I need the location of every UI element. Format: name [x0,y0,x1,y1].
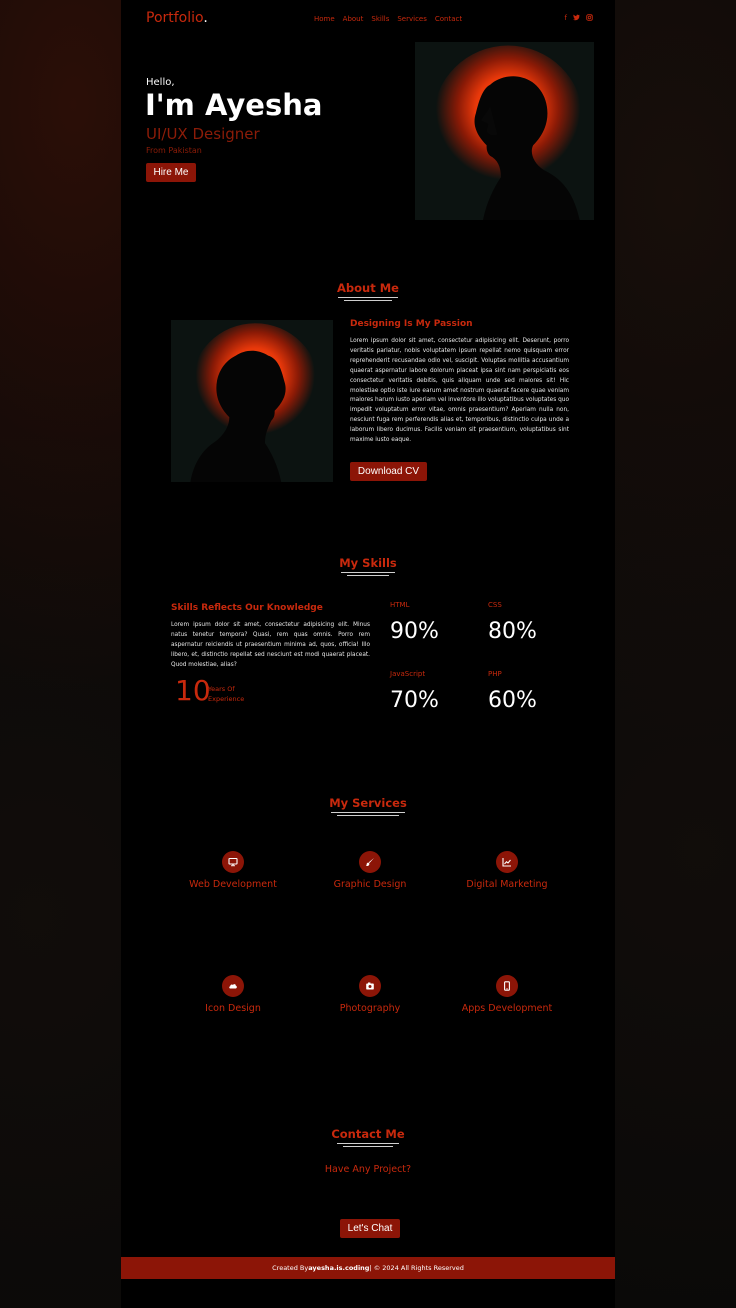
mobile-icon [496,975,518,997]
service-photography[interactable]: Photography [300,975,440,1014]
skill-css-value: 80% [488,619,537,644]
facebook-icon[interactable]: f [565,14,567,23]
years-label: Years Of Experience [208,684,268,704]
twitter-icon[interactable] [573,14,580,23]
camera-icon [359,975,381,997]
service-label: Web Development [189,879,277,890]
skill-html-name: HTML [390,601,410,609]
about-paragraph: Lorem ipsum dolor sit amet, consectetur … [350,338,569,444]
years-label-line-2: Experience [208,695,245,703]
skill-php-name: PHP [488,670,502,678]
about-title-underline [338,297,398,301]
contact-title-underline [337,1143,399,1147]
desktop-icon [222,851,244,873]
hero-portrait-image [415,42,594,220]
services-title: My Services [329,796,407,810]
years-count: 10 [175,674,211,707]
brush-icon [359,851,381,873]
nav-about[interactable]: About [343,15,364,23]
hero-name: I'm Ayesha [145,88,323,122]
footer-copyright: | © 2024 All Rights Reserved [369,1264,464,1272]
service-label: Apps Development [461,1003,553,1014]
hero-greeting: Hello, [146,77,175,88]
footer: Created By ayesha.is.coding | © 2024 All… [121,1257,615,1279]
skill-css-name: CSS [488,601,502,609]
hero-role: UI/UX Designer [146,125,260,143]
nav-services[interactable]: Services [397,15,427,23]
skill-javascript-value: 70% [390,688,439,713]
years-label-line-1: Years Of [208,685,235,693]
nav-contact[interactable]: Contact [435,15,462,23]
instagram-icon[interactable] [586,14,593,23]
hire-me-button[interactable]: Hire Me [146,163,196,182]
skill-php-value: 60% [488,688,537,713]
about-heading: Designing Is My Passion [350,319,473,329]
logo[interactable]: Portfolio. [146,10,208,26]
skill-javascript-name: JavaScript [390,670,426,678]
hero-location: From Pakistan [146,146,202,155]
skills-paragraph: Lorem ipsum dolor sit amet, consectetur … [171,622,370,668]
logo-text: Portfolio [146,10,204,26]
service-web-development[interactable]: Web Development [163,851,303,890]
portfolio-page: Portfolio. Home About Skills Services Co… [121,0,615,1308]
logo-dot: . [203,10,208,26]
skill-html-value: 90% [390,619,439,644]
skills-title-underline [341,572,395,576]
download-cv-button[interactable]: Download CV [350,462,427,481]
footer-author-link[interactable]: ayesha.is.coding [308,1264,369,1272]
service-icon-design[interactable]: Icon Design [163,975,303,1014]
nav-skills[interactable]: Skills [371,15,389,23]
skills-heading: Skills Reflects Our Knowledge [171,603,323,613]
service-label: Icon Design [205,1003,261,1014]
footer-prefix: Created By [272,1264,309,1272]
service-label: Digital Marketing [466,879,548,890]
cloud-icon [222,975,244,997]
service-label: Photography [339,1003,401,1014]
service-graphic-design[interactable]: Graphic Design [300,851,440,890]
about-portrait-image [171,320,333,482]
nav-home[interactable]: Home [314,15,335,23]
service-digital-marketing[interactable]: Digital Marketing [437,851,577,890]
services-title-underline [331,812,405,816]
service-apps-development[interactable]: Apps Development [437,975,577,1014]
navbar: Portfolio. Home About Skills Services Co… [146,10,593,30]
chart-icon [496,851,518,873]
about-title: About Me [337,281,399,295]
social-links: f [565,14,593,23]
contact-title: Contact Me [331,1127,405,1141]
contact-question: Have Any Project? [324,1164,412,1175]
lets-chat-button[interactable]: Let's Chat [340,1219,400,1238]
skills-title: My Skills [339,556,397,570]
nav-menu: Home About Skills Services Contact [314,15,462,23]
service-label: Graphic Design [333,879,407,890]
